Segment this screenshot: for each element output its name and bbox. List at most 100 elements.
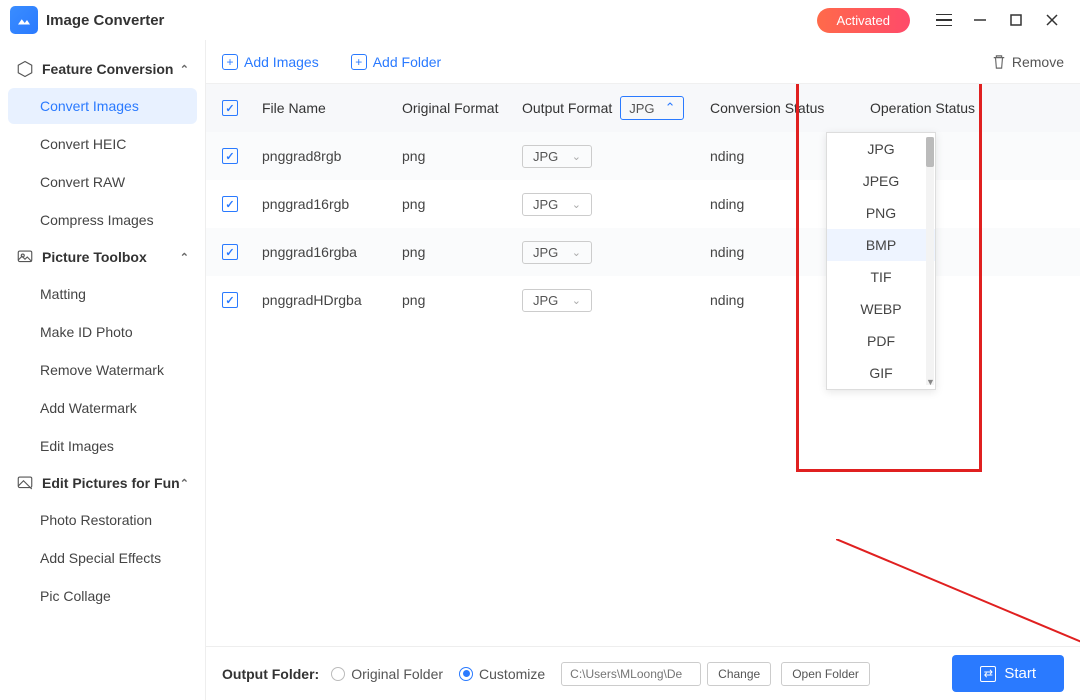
header-operation-status: Operation Status — [870, 100, 1064, 116]
toolbar: + Add Images + Add Folder Remove — [206, 40, 1080, 84]
remove-button[interactable]: Remove — [992, 54, 1064, 70]
header-original-format: Original Format — [402, 100, 522, 116]
row-checkbox[interactable] — [222, 196, 238, 212]
trash-icon — [992, 54, 1006, 70]
chevron-down-icon: ⌄ — [572, 246, 581, 259]
activated-badge: Activated — [817, 8, 910, 33]
cell-original-format: png — [402, 196, 522, 212]
dropdown-option[interactable]: JPG — [827, 133, 935, 165]
chevron-up-icon: ⌃ — [180, 251, 189, 264]
chevron-up-icon: ⌃ — [180, 63, 189, 76]
scroll-down-arrow[interactable]: ▼ — [926, 377, 934, 387]
add-images-button[interactable]: + Add Images — [222, 54, 319, 70]
cell-original-format: png — [402, 244, 522, 260]
chevron-down-icon: ⌄ — [572, 198, 581, 211]
select-all-checkbox[interactable] — [222, 100, 238, 116]
row-format-select[interactable]: JPG ⌄ — [522, 241, 592, 264]
row-format-select[interactable]: JPG ⌄ — [522, 193, 592, 216]
sidebar-item-convert-images[interactable]: Convert Images — [8, 88, 197, 124]
output-format-select[interactable]: JPG ⌃ — [620, 96, 684, 120]
section-label: Feature Conversion — [42, 61, 173, 77]
row-format-select[interactable]: JPG ⌄ — [522, 145, 592, 168]
sidebar-item-add-special-effects[interactable]: Add Special Effects — [8, 540, 197, 576]
table-header: File Name Original Format Output Format … — [206, 84, 1080, 132]
section-edit-pictures-fun[interactable]: Edit Pictures for Fun ⌃ — [8, 466, 197, 500]
table-row: pnggrad16rgb png JPG⌄ nding Start — [206, 180, 1080, 228]
app-title: Image Converter — [46, 12, 817, 29]
sidebar-item-convert-raw[interactable]: Convert RAW — [8, 164, 197, 200]
dropdown-option[interactable]: JPEG — [827, 165, 935, 197]
sidebar-item-compress-images[interactable]: Compress Images — [8, 202, 197, 238]
customize-radio[interactable] — [459, 667, 473, 681]
scrollbar-thumb[interactable] — [926, 137, 934, 167]
format-value: JPG — [533, 293, 558, 308]
output-folder-label: Output Folder: — [222, 666, 319, 682]
sidebar-item-add-watermark[interactable]: Add Watermark — [8, 390, 197, 426]
original-folder-label: Original Folder — [351, 666, 443, 682]
original-folder-radio[interactable] — [331, 667, 345, 681]
table-row: pnggrad16rgba png JPG⌄ nding Start — [206, 228, 1080, 276]
dropdown-option[interactable]: GIF — [827, 357, 935, 389]
format-value: JPG — [533, 149, 558, 164]
header-file-name: File Name — [262, 100, 402, 116]
format-dropdown: ▲ ▼ JPGJPEGPNGBMPTIFWEBPPDFGIF — [826, 132, 936, 390]
plus-icon: + — [351, 54, 367, 70]
header-conversion-status: Conversion Status — [710, 100, 870, 116]
scrollbar-track[interactable] — [926, 137, 934, 385]
remove-label: Remove — [1012, 54, 1064, 70]
maximize-button[interactable] — [998, 2, 1034, 38]
close-button[interactable] — [1034, 2, 1070, 38]
table-row: pnggrad8rgb png JPG⌄ nding Start — [206, 132, 1080, 180]
app-logo — [10, 6, 38, 34]
row-checkbox[interactable] — [222, 244, 238, 260]
cell-file-name: pnggrad16rgba — [262, 244, 402, 260]
dropdown-option[interactable]: PDF — [827, 325, 935, 357]
dropdown-option[interactable]: PNG — [827, 197, 935, 229]
header-output-format: Output Format — [522, 100, 612, 116]
row-checkbox[interactable] — [222, 148, 238, 164]
dropdown-option[interactable]: TIF — [827, 261, 935, 293]
dropdown-option[interactable]: WEBP — [827, 293, 935, 325]
cell-file-name: pnggrad16rgb — [262, 196, 402, 212]
cell-original-format: png — [402, 292, 522, 308]
start-all-button[interactable]: ⇄ Start — [952, 655, 1064, 692]
chevron-down-icon: ⌄ — [572, 150, 581, 163]
plus-icon: + — [222, 54, 238, 70]
footer: Output Folder: Original Folder Customize… — [206, 646, 1080, 700]
sidebar-item-matting[interactable]: Matting — [8, 276, 197, 312]
cell-file-name: pnggradHDrgba — [262, 292, 402, 308]
format-value: JPG — [533, 197, 558, 212]
row-checkbox[interactable] — [222, 292, 238, 308]
row-format-select[interactable]: JPG ⌄ — [522, 289, 592, 312]
dropdown-option[interactable]: BMP — [827, 229, 935, 261]
change-button[interactable]: Change — [707, 662, 771, 686]
sidebar-item-edit-images[interactable]: Edit Images — [8, 428, 197, 464]
annotation-arrow — [836, 539, 1080, 646]
add-folder-label: Add Folder — [373, 54, 441, 70]
table-area: File Name Original Format Output Format … — [206, 84, 1080, 646]
sidebar-item-photo-restoration[interactable]: Photo Restoration — [8, 502, 197, 538]
menu-icon[interactable] — [926, 2, 962, 38]
add-images-label: Add Images — [244, 54, 319, 70]
cell-file-name: pnggrad8rgb — [262, 148, 402, 164]
sidebar-item-convert-heic[interactable]: Convert HEIC — [8, 126, 197, 162]
minimize-button[interactable] — [962, 2, 998, 38]
hexagon-icon — [16, 60, 34, 78]
customize-label: Customize — [479, 666, 545, 682]
add-folder-button[interactable]: + Add Folder — [351, 54, 441, 70]
section-label: Edit Pictures for Fun — [42, 475, 180, 491]
format-value: JPG — [533, 245, 558, 260]
format-value: JPG — [629, 101, 654, 116]
convert-icon: ⇄ — [980, 666, 996, 682]
section-label: Picture Toolbox — [42, 249, 147, 265]
output-path-input[interactable] — [561, 662, 701, 686]
toolbox-icon — [16, 248, 34, 266]
chevron-down-icon: ⌄ — [572, 294, 581, 307]
open-folder-button[interactable]: Open Folder — [781, 662, 870, 686]
sidebar-item-pic-collage[interactable]: Pic Collage — [8, 578, 197, 614]
sidebar-item-make-id-photo[interactable]: Make ID Photo — [8, 314, 197, 350]
chevron-up-icon: ⌃ — [180, 477, 189, 490]
section-picture-toolbox[interactable]: Picture Toolbox ⌃ — [8, 240, 197, 274]
section-feature-conversion[interactable]: Feature Conversion ⌃ — [8, 52, 197, 86]
sidebar-item-remove-watermark[interactable]: Remove Watermark — [8, 352, 197, 388]
